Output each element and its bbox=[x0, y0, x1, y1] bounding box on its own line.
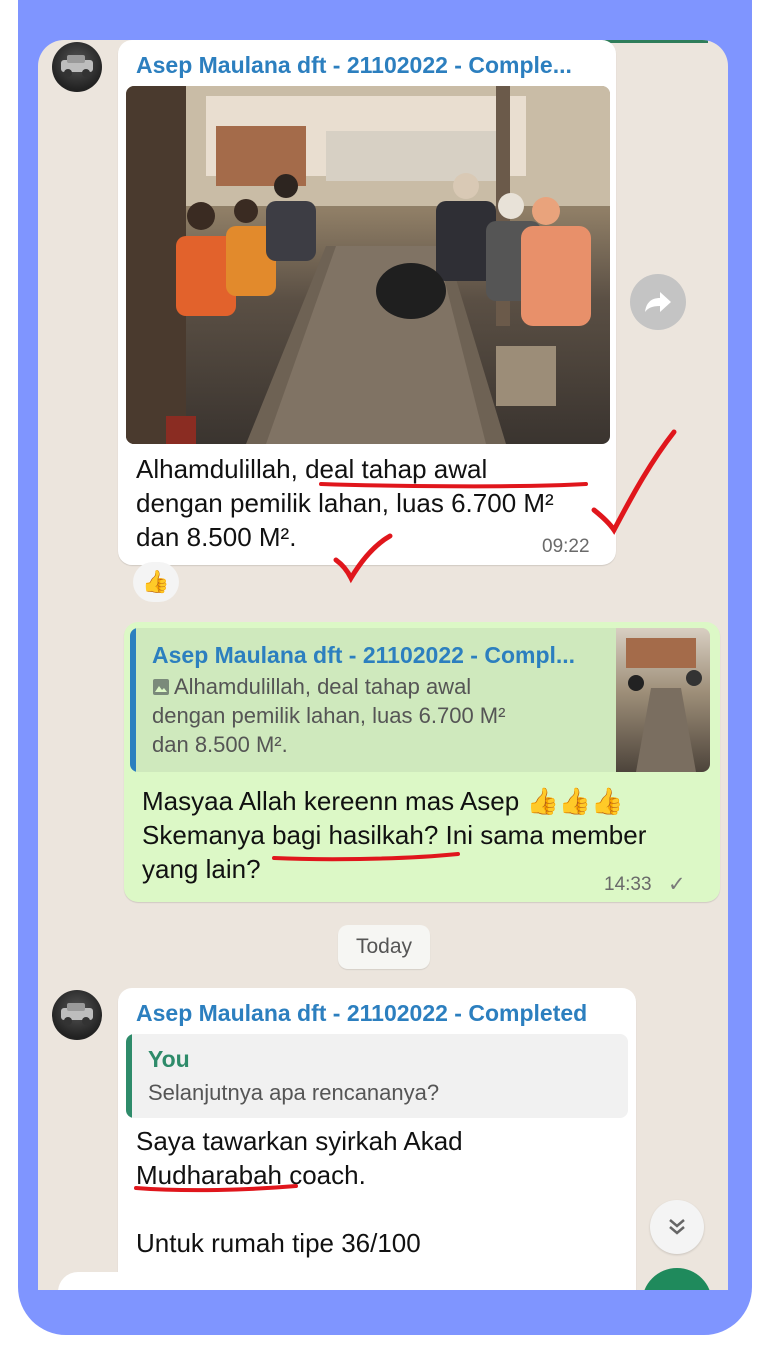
message-input-bar[interactable] bbox=[58, 1272, 614, 1290]
sender-name[interactable]: Asep Maulana dft - 21102022 - Comple... bbox=[136, 52, 572, 79]
send-button[interactable] bbox=[642, 1268, 712, 1290]
double-chevron-down-icon bbox=[669, 1219, 685, 1235]
quoted-sender: You bbox=[148, 1046, 190, 1072]
forward-button[interactable] bbox=[630, 274, 686, 330]
message-bubble-outgoing[interactable]: Asep Maulana dft - 21102022 - Compl... A… bbox=[124, 622, 720, 902]
message-bubble-incoming[interactable]: Asep Maulana dft - 21102022 - Comple... bbox=[118, 40, 616, 565]
forward-arrow-icon bbox=[645, 292, 671, 312]
quoted-text: Selanjutnya apa rencananya? bbox=[148, 1080, 440, 1105]
reaction-badge[interactable]: 👍 bbox=[133, 562, 179, 602]
sender-avatar[interactable] bbox=[52, 990, 102, 1040]
message-time: 14:33 bbox=[604, 874, 652, 895]
message-text: Alhamdulillah, deal tahap awal dengan pe… bbox=[136, 454, 554, 552]
message-time: 09:22 bbox=[542, 536, 590, 557]
sender-name[interactable]: Asep Maulana dft - 21102022 - Completed bbox=[136, 1000, 587, 1027]
chat-screen: Asep Maulana dft - 21102022 - Comple... bbox=[38, 40, 728, 1290]
quote-accent-bar bbox=[126, 1034, 132, 1118]
message-text: Masyaa Allah kereenn mas Asep 👍👍👍 Skeman… bbox=[142, 786, 647, 884]
day-separator: Today bbox=[338, 925, 430, 969]
sender-avatar[interactable] bbox=[52, 42, 102, 92]
scroll-to-bottom-button[interactable] bbox=[650, 1200, 704, 1254]
quoted-text: Alhamdulillah, deal tahap awal dengan pe… bbox=[152, 674, 506, 757]
quoted-photo-thumbnail bbox=[616, 628, 710, 772]
shared-photo[interactable] bbox=[126, 86, 610, 444]
quoted-message[interactable]: You Selanjutnya apa rencananya? bbox=[126, 1034, 628, 1118]
sent-status-icon: ✓ bbox=[668, 873, 686, 896]
quoted-sender: Asep Maulana dft - 21102022 - Compl... bbox=[152, 642, 576, 668]
message-text: Saya tawarkan syirkah Akad Mudharabah co… bbox=[136, 1126, 463, 1258]
quote-accent-bar bbox=[130, 628, 136, 772]
message-bubble-incoming[interactable]: Asep Maulana dft - 21102022 - Completed … bbox=[118, 988, 636, 1290]
quoted-message[interactable]: Asep Maulana dft - 21102022 - Compl... A… bbox=[130, 628, 710, 772]
